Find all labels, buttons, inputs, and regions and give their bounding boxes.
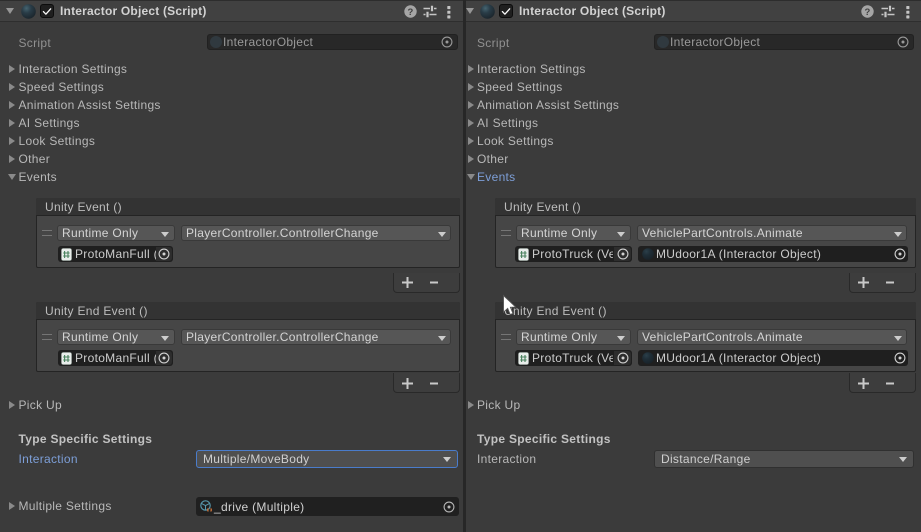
svg-text:?: ?	[864, 7, 870, 18]
svg-text:?: ?	[407, 7, 413, 18]
